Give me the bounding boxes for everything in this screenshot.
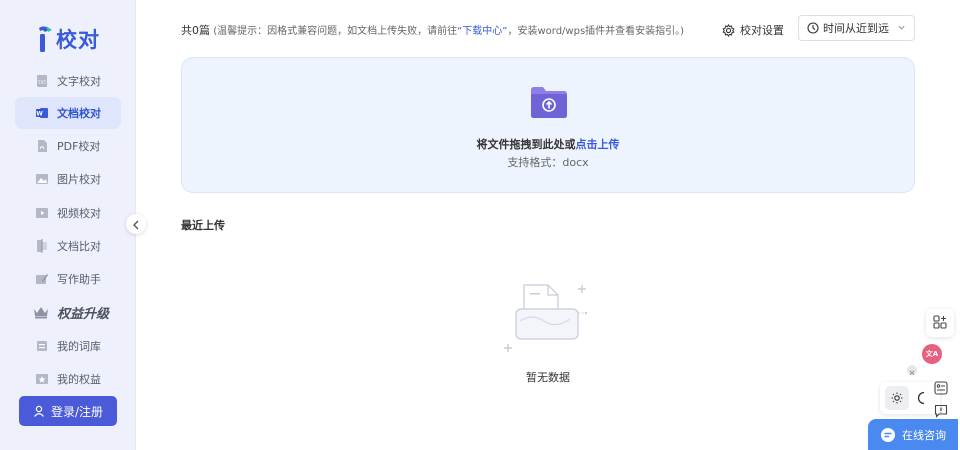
- dictionary-icon: [35, 339, 49, 353]
- sidebar-item-doc-proofread[interactable]: W 文档校对: [15, 97, 121, 130]
- online-consult-label: 在线咨询: [902, 428, 946, 442]
- sidebar-item-label: 文档校对: [57, 107, 101, 121]
- sidebar-item-my-dictionary[interactable]: 我的词库: [0, 329, 136, 362]
- sidebar-item-writing-assistant[interactable]: 写作助手: [0, 262, 136, 295]
- chevron-left-icon: [132, 215, 140, 234]
- supported-formats: 支持格式：docx: [507, 156, 589, 169]
- sidebar-item-label: 我的权益: [57, 373, 101, 387]
- clock-icon: [807, 22, 819, 34]
- moon-icon: [916, 390, 926, 409]
- dropzone-title: 将文件拖拽到此处或点击上传: [182, 136, 914, 152]
- proofread-settings-button[interactable]: 校对设置: [722, 22, 784, 38]
- notice-prefix: (温馨提示：因格式兼容问题，如文档上传失败，请前往: [213, 26, 458, 37]
- image-icon: [35, 172, 49, 186]
- sidebar-item-label: 我的词库: [57, 339, 101, 353]
- sidebar-collapse-button[interactable]: [126, 214, 146, 234]
- sidebar-item-video-proofread[interactable]: 视频校对: [0, 196, 136, 229]
- sidebar-item-label: PDF校对: [57, 139, 101, 153]
- document-count: 共0篇: [181, 24, 210, 37]
- sidebar-item-label: 图片校对: [57, 173, 101, 187]
- online-consult-button[interactable]: 在线咨询: [868, 419, 958, 450]
- sidebar-item-doc-compare[interactable]: 文档比对: [0, 229, 136, 262]
- download-center-link[interactable]: “下载中心”: [457, 26, 507, 37]
- video-icon: [35, 206, 49, 220]
- close-icon: [909, 361, 915, 380]
- sidebar-nav: TXT 文字校对 W 文档校对 PDF校对 图片校对 视频校对 文档比对 写作助…: [0, 64, 136, 396]
- app-logo[interactable]: 校对: [36, 24, 100, 54]
- close-float-button[interactable]: [907, 365, 917, 375]
- notice-suffix: ，安装word/wps插件并查看安装指引。): [507, 26, 685, 37]
- sidebar-item-my-benefits[interactable]: 我的权益: [0, 362, 136, 395]
- svg-text:W: W: [36, 111, 43, 118]
- text-doc-icon: TXT: [35, 74, 49, 88]
- sidebar-item-image-proofread[interactable]: 图片校对: [0, 163, 136, 196]
- chat-bubble-icon: [880, 427, 896, 443]
- pen-icon: [35, 272, 49, 286]
- apps-float-button[interactable]: [926, 309, 954, 337]
- sidebar-item-label: 权益升级: [57, 306, 110, 322]
- sidebar-item-label: 文字校对: [57, 74, 101, 88]
- click-upload-link[interactable]: 点击上传: [576, 138, 620, 151]
- sidebar-item-label: 文档比对: [57, 239, 101, 253]
- sidebar: 校对 TXT 文字校对 W 文档校对 PDF校对 图片校对 视频校对 文档比对: [0, 0, 136, 450]
- checklist-icon: [934, 380, 948, 399]
- sort-order-value: 时间从近到远: [823, 22, 889, 35]
- upload-dropzone[interactable]: 将文件拖拽到此处或点击上传 支持格式：docx: [181, 57, 915, 193]
- sidebar-item-text-proofread[interactable]: TXT 文字校对: [0, 64, 136, 97]
- login-register-button[interactable]: 登录/注册: [19, 396, 117, 426]
- pdf-icon: [35, 139, 49, 153]
- compare-icon: [35, 238, 49, 253]
- translate-float-button[interactable]: 文A: [922, 344, 942, 364]
- empty-state-text: 暂无数据: [526, 371, 570, 384]
- sun-icon: [891, 389, 903, 408]
- svg-text:TXT: TXT: [37, 80, 47, 86]
- user-icon: [33, 405, 45, 417]
- empty-state-illustration-icon: [504, 284, 588, 352]
- sort-order-select[interactable]: 时间从近到远: [798, 15, 915, 41]
- recent-uploads-title: 最近上传: [181, 219, 225, 232]
- upload-folder-icon: [531, 87, 567, 118]
- sidebar-item-label: 写作助手: [57, 273, 101, 287]
- sidebar-item-label: 视频校对: [57, 206, 101, 220]
- logo-mark-icon: [39, 26, 52, 52]
- gear-icon: [722, 23, 735, 37]
- star-badge-icon: [35, 372, 49, 386]
- dark-theme-button[interactable]: [916, 390, 926, 409]
- upload-notice: 共0篇 (温馨提示：因格式兼容问题，如文档上传失败，请前往“下载中心”，安装wo…: [181, 22, 684, 38]
- settings-label: 校对设置: [740, 24, 784, 37]
- light-theme-button[interactable]: [885, 386, 909, 410]
- login-register-label: 登录/注册: [50, 404, 104, 419]
- logo-text: 校对: [56, 28, 100, 52]
- word-doc-icon: W: [35, 106, 49, 120]
- checklist-float-button[interactable]: [928, 378, 954, 400]
- crown-icon: [33, 305, 49, 319]
- sidebar-item-upgrade[interactable]: 权益升级: [0, 296, 136, 329]
- sidebar-item-pdf-proofread[interactable]: PDF校对: [0, 129, 136, 162]
- apps-add-icon: [933, 314, 947, 333]
- translate-icon: 文A: [925, 350, 939, 358]
- chevron-down-icon: [897, 23, 906, 32]
- dropzone-instruction: 将文件拖拽到此处或: [476, 138, 576, 151]
